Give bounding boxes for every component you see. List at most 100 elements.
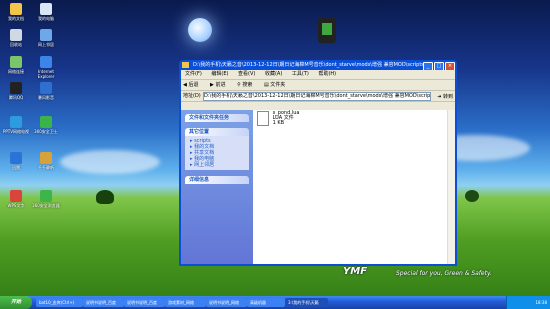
desktop-icon[interactable]: 360安全浏览器 bbox=[31, 190, 61, 208]
cloud-decoration bbox=[60, 150, 160, 174]
window-title: D:\我的手机\天籁之音\2013-12-12日\期日记海棉M号音乐\dont_… bbox=[193, 62, 436, 68]
desktop-icon-label: 迅雷 bbox=[12, 165, 20, 170]
go-button[interactable]: ➜ 转到 bbox=[437, 92, 453, 102]
desktop-icon-label: 暴风影音 bbox=[38, 95, 54, 100]
app-icon bbox=[40, 82, 52, 94]
desktop-icon-label: Internet Explorer bbox=[37, 69, 55, 79]
system-tray: 18:38 bbox=[506, 296, 550, 309]
window-body: 文件(F) 编辑(E) 查看(V) 收藏(A) 工具(T) 帮助(H) ◀ 后退… bbox=[181, 70, 455, 264]
file-item[interactable]: s_pond.lua LUA 文件 1 KB bbox=[257, 111, 300, 126]
desktop-icon-label: 回收站 bbox=[10, 42, 22, 47]
desktop-icon[interactable]: PPTV网络电视 bbox=[1, 116, 31, 134]
back-button[interactable]: ◀ 后退 bbox=[183, 82, 203, 88]
desktop-icon[interactable]: 千千静听 bbox=[31, 152, 61, 170]
desktop-icon-label: 我的电脑 bbox=[38, 16, 54, 21]
tree-decoration bbox=[96, 190, 114, 204]
app-icon bbox=[40, 190, 52, 202]
start-button[interactable]: 开始 bbox=[0, 296, 32, 309]
phone-gadget-icon[interactable] bbox=[318, 17, 336, 43]
app-icon bbox=[10, 116, 22, 128]
address-bar: 地址(D) D:\我的手机\天籁之音\2013-12-12日\期日记海棉M号音乐… bbox=[181, 91, 455, 102]
back-label: 后退 bbox=[188, 82, 199, 88]
folders-label: 文件夹 bbox=[270, 82, 286, 88]
app-icon bbox=[10, 56, 22, 68]
taskbar-item-active[interactable]: 3:\我的手机\天籁 bbox=[285, 298, 328, 307]
forward-button[interactable]: ▶ 前进 bbox=[210, 82, 230, 88]
desktop-icon-label: 千千静听 bbox=[38, 165, 54, 170]
panel-file-tasks: 文件和文件夹任务 bbox=[185, 114, 249, 122]
explorer-window[interactable]: D:\我的手机\天籁之音\2013-12-12日\期日记海棉M号音乐\dont_… bbox=[179, 60, 457, 266]
taskbar-item[interactable]: 说明书说明_百度 bbox=[83, 298, 124, 307]
forward-label: 前进 bbox=[215, 82, 226, 88]
menu-favorites[interactable]: 收藏(A) bbox=[265, 71, 282, 77]
panel-title[interactable]: 其它位置 bbox=[185, 128, 249, 136]
title-bar[interactable]: D:\我的手机\天籁之音\2013-12-12日\期日记海棉M号音乐\dont_… bbox=[179, 60, 457, 70]
moon-decoration bbox=[188, 18, 212, 42]
place-label: 网上邻居 bbox=[194, 162, 215, 168]
desktop-icon[interactable]: 回收站 bbox=[1, 29, 31, 47]
taskbar-item[interactable]: bat10_金库(Ctrl+) bbox=[36, 298, 83, 307]
tree-decoration bbox=[465, 190, 479, 202]
app-icon bbox=[40, 3, 52, 15]
address-label: 地址(D) bbox=[183, 93, 201, 99]
panel-other-places: 其它位置 ▸ scripts ▸ 我的文档 ▸ 共享文档 ▸ 我的电脑 ▸ 网上… bbox=[185, 128, 249, 170]
desktop-icon-label: WPS文字 bbox=[7, 203, 25, 208]
panel-title[interactable]: 文件和文件夹任务 bbox=[185, 114, 249, 122]
close-button[interactable]: × bbox=[445, 62, 455, 70]
app-icon bbox=[40, 29, 52, 41]
app-icon bbox=[10, 29, 22, 41]
menu-edit[interactable]: 编辑(E) bbox=[211, 71, 228, 77]
desktop-icon[interactable]: Internet Explorer bbox=[31, 56, 61, 79]
menu-view[interactable]: 查看(V) bbox=[238, 71, 255, 77]
menu-help[interactable]: 帮助(H) bbox=[318, 71, 336, 77]
desktop-icon-label: PPTV网络电视 bbox=[2, 129, 29, 134]
search-label: 搜索 bbox=[242, 82, 253, 88]
desktop-icon[interactable]: 360安全卫士 bbox=[31, 116, 61, 134]
panel-details: 详细信息 bbox=[185, 176, 249, 184]
app-icon bbox=[10, 82, 22, 94]
task-pane: 文件和文件夹任务 其它位置 ▸ scripts ▸ 我的文档 ▸ 共享文档 ▸ … bbox=[181, 110, 253, 264]
file-size: 1 KB bbox=[272, 120, 285, 126]
taskbar: 开始 bat10_金库(Ctrl+) 说明书说明_百度 说明书说明_百度 游戏素… bbox=[0, 296, 550, 309]
app-icon bbox=[40, 152, 52, 164]
menu-bar: 文件(F) 编辑(E) 查看(V) 收藏(A) 工具(T) 帮助(H) bbox=[181, 70, 455, 80]
menu-file[interactable]: 文件(F) bbox=[185, 71, 202, 77]
place-link[interactable]: ▸ 网上邻居 bbox=[190, 162, 244, 168]
taskbar-item[interactable]: 游戏素材_网络 bbox=[165, 298, 206, 307]
desktop-icon[interactable]: 腾讯QQ bbox=[1, 82, 31, 100]
minimize-button[interactable]: _ bbox=[423, 62, 433, 70]
app-icon bbox=[10, 152, 22, 164]
brand-tagline: Special for you, Green & Safety. bbox=[396, 270, 492, 277]
desktop-icon-label: 我的文档 bbox=[8, 16, 24, 21]
app-icon bbox=[40, 116, 52, 128]
desktop-icon-label: 网上邻居 bbox=[38, 42, 54, 47]
desktop-icon[interactable]: 我的电脑 bbox=[31, 3, 61, 21]
desktop-icon[interactable]: 我的文档 bbox=[1, 3, 31, 21]
desktop-icon[interactable]: 迅雷 bbox=[1, 152, 31, 170]
vertical-scrollbar[interactable] bbox=[447, 110, 455, 264]
desktop-icon-label: 360安全卫士 bbox=[34, 129, 58, 134]
taskbar-item[interactable]: 高级机器 bbox=[247, 298, 285, 307]
maximize-button[interactable]: □ bbox=[434, 62, 444, 70]
desktop-icon[interactable]: 网络连接 bbox=[1, 56, 31, 74]
lua-file-icon bbox=[257, 111, 269, 126]
desktop-icon[interactable]: 网上邻居 bbox=[31, 29, 61, 47]
clock[interactable]: 18:38 bbox=[535, 300, 547, 305]
go-label: 转到 bbox=[442, 94, 453, 100]
taskbar-item[interactable]: 说明书说明_百度 bbox=[124, 298, 165, 307]
brand-logo: YMF bbox=[343, 266, 368, 277]
desktop-icon[interactable]: WPS文字 bbox=[1, 190, 31, 208]
panel-title[interactable]: 详细信息 bbox=[185, 176, 249, 184]
folder-icon bbox=[182, 62, 189, 68]
menu-tools[interactable]: 工具(T) bbox=[292, 71, 309, 77]
app-icon bbox=[10, 3, 22, 15]
address-input[interactable]: D:\我的手机\天籁之音\2013-12-12日\期日记海棉M号音乐\dont_… bbox=[203, 92, 431, 101]
desktop-icon[interactable]: 暴风影音 bbox=[31, 82, 61, 100]
taskbar-item[interactable]: 说明书说明_网络 bbox=[206, 298, 247, 307]
start-label: 开始 bbox=[10, 299, 21, 305]
desktop-icon-label: 网络连接 bbox=[8, 69, 24, 74]
folders-button[interactable]: ▤ 文件夹 bbox=[264, 82, 290, 88]
toolbar: ◀ 后退 ▶ 前进 ⚲ 搜索 ▤ 文件夹 bbox=[181, 80, 455, 91]
search-button[interactable]: ⚲ 搜索 bbox=[237, 82, 257, 88]
desktop-icon-label: 360安全浏览器 bbox=[32, 203, 60, 208]
